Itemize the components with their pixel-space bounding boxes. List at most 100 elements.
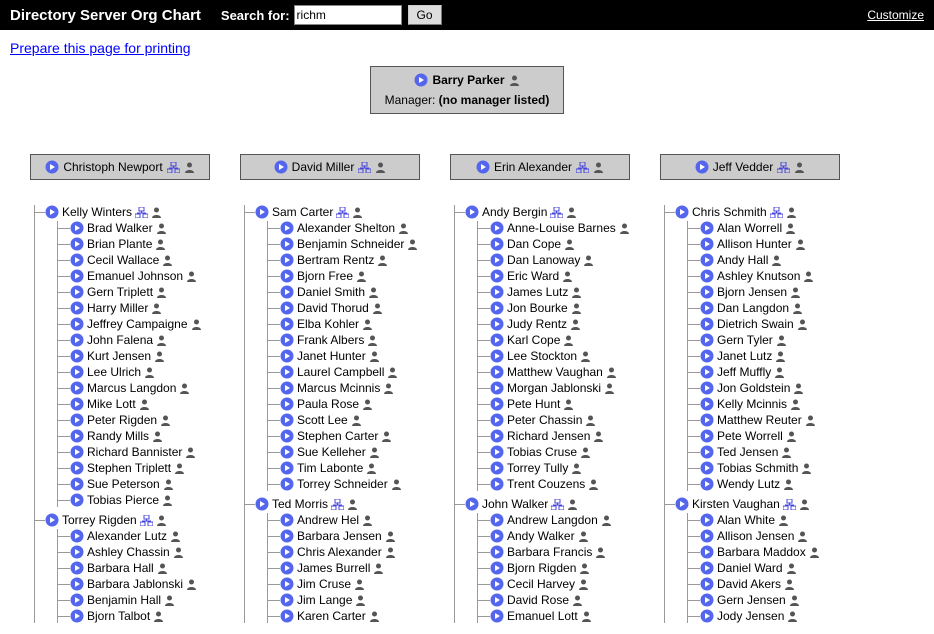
person-icon[interactable]	[786, 207, 797, 218]
person-icon[interactable]	[156, 287, 167, 298]
expand-arrow-icon[interactable]	[280, 513, 294, 527]
person-icon[interactable]	[774, 367, 785, 378]
expand-arrow-icon[interactable]	[490, 365, 504, 379]
expand-arrow-icon[interactable]	[280, 253, 294, 267]
expand-arrow-icon[interactable]	[280, 285, 294, 299]
expand-arrow-icon[interactable]	[476, 160, 490, 174]
expand-arrow-icon[interactable]	[490, 529, 504, 543]
person-icon[interactable]	[789, 595, 800, 606]
person-icon[interactable]	[186, 271, 197, 282]
expand-arrow-icon[interactable]	[700, 333, 714, 347]
expand-arrow-icon[interactable]	[490, 221, 504, 235]
expand-arrow-icon[interactable]	[700, 221, 714, 235]
expand-arrow-icon[interactable]	[414, 73, 428, 87]
expand-arrow-icon[interactable]	[45, 160, 59, 174]
person-icon[interactable]	[162, 255, 173, 266]
person-icon[interactable]	[785, 223, 796, 234]
expand-arrow-icon[interactable]	[280, 477, 294, 491]
expand-arrow-icon[interactable]	[700, 461, 714, 475]
orgchart-icon[interactable]	[336, 207, 349, 218]
person-icon[interactable]	[356, 271, 367, 282]
person-icon[interactable]	[793, 383, 804, 394]
expand-arrow-icon[interactable]	[490, 381, 504, 395]
print-link[interactable]: Prepare this page for printing	[10, 40, 191, 56]
person-icon[interactable]	[362, 319, 373, 330]
person-icon[interactable]	[191, 319, 202, 330]
person-icon[interactable]	[156, 515, 167, 526]
person-icon[interactable]	[601, 515, 612, 526]
expand-arrow-icon[interactable]	[490, 253, 504, 267]
orgchart-icon[interactable]	[783, 499, 796, 510]
person-icon[interactable]	[595, 547, 606, 558]
person-icon[interactable]	[786, 563, 797, 574]
expand-arrow-icon[interactable]	[490, 333, 504, 347]
person-icon[interactable]	[593, 431, 604, 442]
expand-arrow-icon[interactable]	[70, 429, 84, 443]
person-icon[interactable]	[385, 531, 396, 542]
expand-arrow-icon[interactable]	[70, 285, 84, 299]
person-icon[interactable]	[794, 162, 805, 173]
expand-arrow-icon[interactable]	[490, 285, 504, 299]
expand-arrow-icon[interactable]	[70, 577, 84, 591]
person-icon[interactable]	[593, 162, 604, 173]
expand-arrow-icon[interactable]	[695, 160, 709, 174]
person-icon[interactable]	[801, 463, 812, 474]
person-icon[interactable]	[562, 271, 573, 282]
person-icon[interactable]	[385, 547, 396, 558]
person-icon[interactable]	[373, 563, 384, 574]
person-icon[interactable]	[362, 515, 373, 526]
person-icon[interactable]	[604, 383, 615, 394]
person-icon[interactable]	[369, 351, 380, 362]
expand-arrow-icon[interactable]	[70, 317, 84, 331]
person-icon[interactable]	[154, 351, 165, 362]
orgchart-icon[interactable]	[331, 499, 344, 510]
person-icon[interactable]	[157, 563, 168, 574]
person-icon[interactable]	[564, 239, 575, 250]
person-icon[interactable]	[351, 415, 362, 426]
expand-arrow-icon[interactable]	[280, 609, 294, 623]
person-icon[interactable]	[571, 463, 582, 474]
expand-arrow-icon[interactable]	[280, 545, 294, 559]
person-icon[interactable]	[570, 319, 581, 330]
person-icon[interactable]	[572, 595, 583, 606]
expand-arrow-icon[interactable]	[490, 269, 504, 283]
expand-arrow-icon[interactable]	[675, 205, 689, 219]
scroll-area[interactable]: Prepare this page for printing Barry Par…	[0, 30, 934, 634]
expand-arrow-icon[interactable]	[70, 349, 84, 363]
expand-arrow-icon[interactable]	[700, 429, 714, 443]
expand-arrow-icon[interactable]	[70, 365, 84, 379]
person-icon[interactable]	[164, 595, 175, 606]
person-icon[interactable]	[775, 351, 786, 362]
person-icon[interactable]	[585, 415, 596, 426]
expand-arrow-icon[interactable]	[70, 221, 84, 235]
expand-arrow-icon[interactable]	[490, 461, 504, 475]
person-icon[interactable]	[383, 383, 394, 394]
expand-arrow-icon[interactable]	[70, 269, 84, 283]
orgchart-icon[interactable]	[140, 515, 153, 526]
person-icon[interactable]	[805, 415, 816, 426]
expand-arrow-icon[interactable]	[700, 445, 714, 459]
person-icon[interactable]	[799, 499, 810, 510]
person-icon[interactable]	[509, 75, 520, 86]
expand-arrow-icon[interactable]	[700, 561, 714, 575]
person-icon[interactable]	[151, 207, 162, 218]
expand-arrow-icon[interactable]	[70, 477, 84, 491]
orgchart-icon[interactable]	[167, 162, 180, 173]
person-icon[interactable]	[139, 399, 150, 410]
orgchart-icon[interactable]	[358, 162, 371, 173]
person-icon[interactable]	[588, 479, 599, 490]
person-icon[interactable]	[563, 399, 574, 410]
expand-arrow-icon[interactable]	[490, 397, 504, 411]
person-icon[interactable]	[156, 223, 167, 234]
expand-arrow-icon[interactable]	[70, 381, 84, 395]
person-icon[interactable]	[407, 239, 418, 250]
person-icon[interactable]	[366, 463, 377, 474]
expand-arrow-icon[interactable]	[280, 529, 294, 543]
expand-arrow-icon[interactable]	[700, 397, 714, 411]
expand-arrow-icon[interactable]	[280, 445, 294, 459]
expand-arrow-icon[interactable]	[465, 497, 479, 511]
person-icon[interactable]	[563, 335, 574, 346]
expand-arrow-icon[interactable]	[280, 301, 294, 315]
expand-arrow-icon[interactable]	[700, 513, 714, 527]
expand-arrow-icon[interactable]	[465, 205, 479, 219]
